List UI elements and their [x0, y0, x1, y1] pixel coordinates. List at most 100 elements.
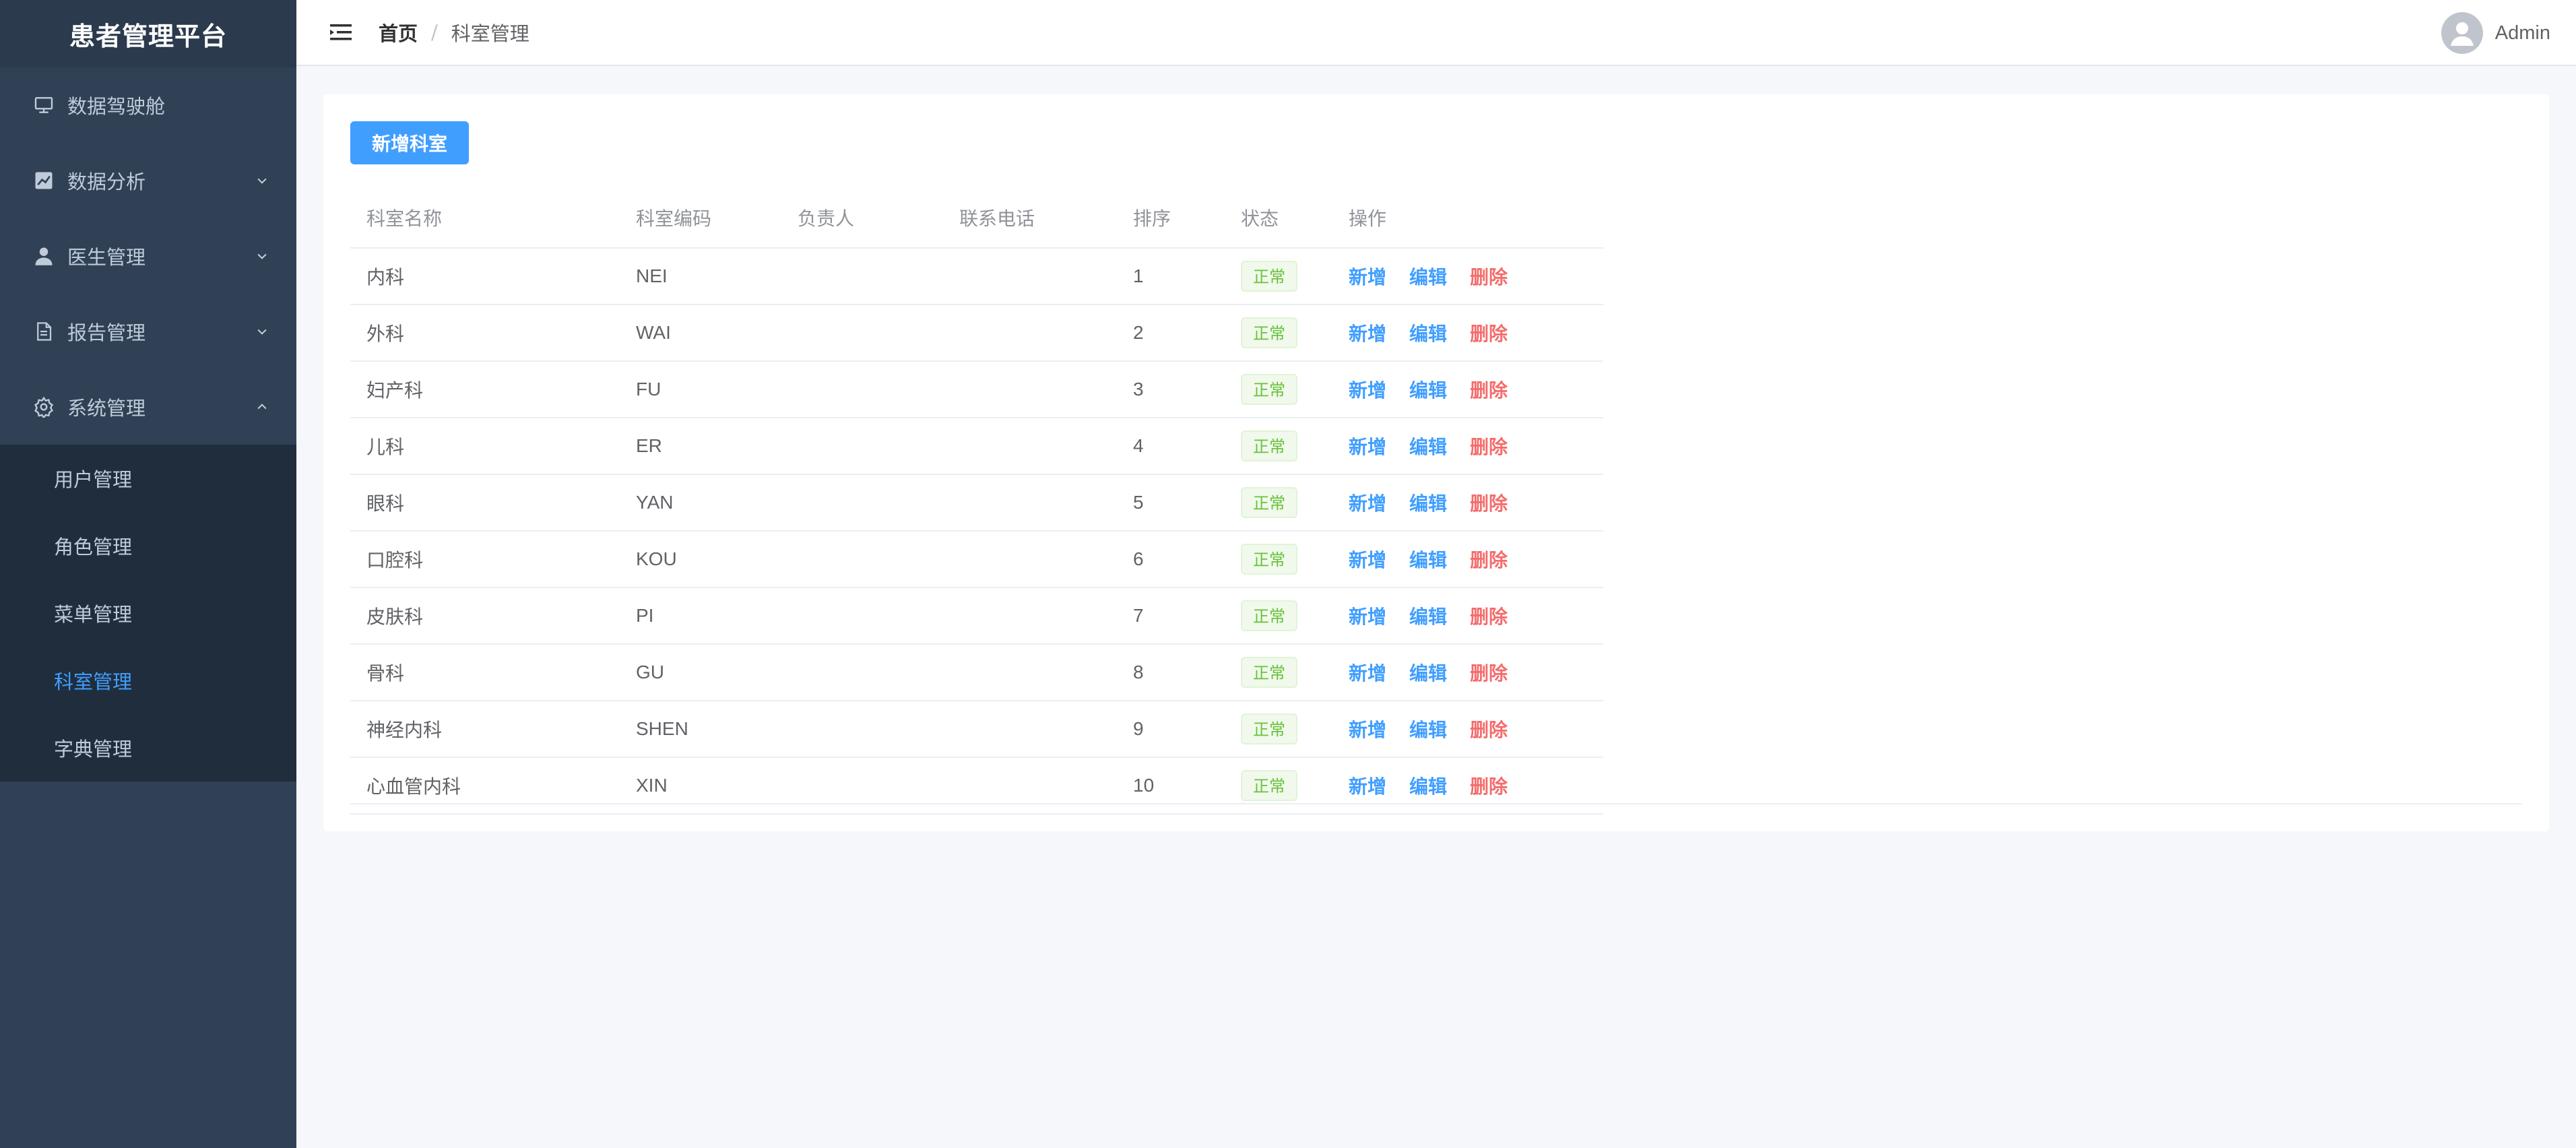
cell-name: 皮肤科	[350, 587, 620, 645]
cell-actions: 新增 编辑 删除	[1332, 474, 1603, 532]
cell-status: 正常	[1225, 644, 1332, 701]
cell-sort: 8	[1117, 644, 1225, 701]
row-delete-button[interactable]: 删除	[1470, 606, 1508, 628]
table-header-row: 科室名称 科室编码 负责人 联系电话 排序 状态 操作	[350, 187, 1603, 249]
submenu-item-menus[interactable]: 菜单管理	[0, 579, 296, 647]
cell-status: 正常	[1225, 474, 1332, 532]
cell-phone	[943, 757, 1117, 815]
submenu-item-users[interactable]: 用户管理	[0, 445, 296, 512]
hamburger-icon[interactable]	[326, 18, 356, 47]
cell-phone	[943, 701, 1117, 758]
sidebar-item-system[interactable]: 系统管理	[0, 369, 296, 445]
row-delete-button[interactable]: 删除	[1470, 323, 1508, 345]
document-icon	[32, 320, 55, 343]
cell-phone	[943, 248, 1117, 305]
row-add-button[interactable]: 新增	[1349, 662, 1386, 684]
cell-name: 内科	[350, 248, 620, 305]
cell-sort: 1	[1117, 248, 1225, 305]
status-badge: 正常	[1241, 487, 1297, 518]
row-delete-button[interactable]: 删除	[1470, 379, 1508, 402]
row-add-button[interactable]: 新增	[1349, 492, 1386, 515]
submenu-item-dictionary[interactable]: 字典管理	[0, 714, 296, 782]
column-header-actions: 操作	[1332, 187, 1603, 249]
cell-name: 外科	[350, 305, 620, 362]
row-add-button[interactable]: 新增	[1349, 323, 1386, 345]
cell-leader	[781, 474, 943, 532]
row-delete-button[interactable]: 删除	[1470, 662, 1508, 684]
cell-phone	[943, 418, 1117, 475]
row-edit-button[interactable]: 编辑	[1409, 662, 1447, 684]
cell-code: KOU	[620, 531, 781, 588]
row-edit-button[interactable]: 编辑	[1409, 492, 1447, 515]
chevron-down-icon	[255, 324, 269, 339]
sidebar-item-report[interactable]: 报告管理	[0, 294, 296, 369]
sidebar-item-label: 医生管理	[67, 246, 146, 269]
breadcrumb-home[interactable]: 首页	[379, 18, 418, 46]
cell-code: ER	[620, 418, 781, 475]
breadcrumb-current: 科室管理	[451, 22, 529, 45]
gear-icon	[32, 395, 55, 418]
table-row: 口腔科 KOU 6 正常 新增 编辑 删除	[350, 531, 1603, 588]
breadcrumb-separator: /	[431, 21, 438, 44]
row-edit-button[interactable]: 编辑	[1409, 719, 1447, 741]
app-logo-title: 患者管理平台	[0, 0, 296, 67]
row-delete-button[interactable]: 删除	[1470, 549, 1508, 571]
add-department-button[interactable]: 新增科室	[350, 121, 469, 164]
table-row: 骨科 GU 8 正常 新增 编辑 删除	[350, 644, 1603, 701]
table-row: 皮肤科 PI 7 正常 新增 编辑 删除	[350, 587, 1603, 645]
cell-phone	[943, 644, 1117, 701]
cell-phone	[943, 305, 1117, 362]
status-badge: 正常	[1241, 261, 1297, 292]
cell-actions: 新增 编辑 删除	[1332, 701, 1603, 758]
cell-phone	[943, 361, 1117, 418]
row-delete-button[interactable]: 删除	[1470, 436, 1508, 458]
cell-name: 眼科	[350, 474, 620, 532]
status-badge: 正常	[1241, 374, 1297, 405]
column-header-sort: 排序	[1117, 187, 1225, 249]
cell-actions: 新增 编辑 删除	[1332, 361, 1603, 418]
row-edit-button[interactable]: 编辑	[1409, 266, 1447, 288]
cell-sort: 5	[1117, 474, 1225, 532]
row-edit-button[interactable]: 编辑	[1409, 775, 1447, 798]
cell-code: WAI	[620, 305, 781, 362]
sidebar-item-data-analysis[interactable]: 数据分析	[0, 143, 296, 218]
row-edit-button[interactable]: 编辑	[1409, 606, 1447, 628]
cell-name: 神经内科	[350, 701, 620, 758]
username: Admin	[2494, 22, 2550, 44]
row-edit-button[interactable]: 编辑	[1409, 379, 1447, 402]
sidebar-item-dashboard[interactable]: 数据驾驶舱	[0, 67, 296, 143]
row-edit-button[interactable]: 编辑	[1409, 323, 1447, 345]
column-header-phone: 联系电话	[943, 187, 1117, 249]
table-row: 妇产科 FU 3 正常 新增 编辑 删除	[350, 361, 1603, 418]
submenu-item-roles[interactable]: 角色管理	[0, 512, 296, 579]
cell-code: NEI	[620, 248, 781, 305]
row-add-button[interactable]: 新增	[1349, 606, 1386, 628]
row-edit-button[interactable]: 编辑	[1409, 549, 1447, 571]
row-add-button[interactable]: 新增	[1349, 266, 1386, 288]
row-delete-button[interactable]: 删除	[1470, 492, 1508, 515]
submenu-item-departments[interactable]: 科室管理	[0, 647, 296, 714]
row-add-button[interactable]: 新增	[1349, 549, 1386, 571]
cell-leader	[781, 701, 943, 758]
row-add-button[interactable]: 新增	[1349, 436, 1386, 458]
row-delete-button[interactable]: 删除	[1470, 719, 1508, 741]
status-badge: 正常	[1241, 600, 1297, 631]
row-edit-button[interactable]: 编辑	[1409, 436, 1447, 458]
row-delete-button[interactable]: 删除	[1470, 775, 1508, 798]
cell-code: FU	[620, 361, 781, 418]
sidebar-item-label: 数据驾驶舱	[67, 95, 166, 118]
sidebar-item-doctor[interactable]: 医生管理	[0, 218, 296, 294]
row-add-button[interactable]: 新增	[1349, 719, 1386, 741]
cell-status: 正常	[1225, 701, 1332, 758]
cell-code: XIN	[620, 757, 781, 815]
status-badge: 正常	[1241, 317, 1297, 348]
user-icon	[32, 245, 55, 267]
cell-actions: 新增 编辑 删除	[1332, 531, 1603, 588]
row-add-button[interactable]: 新增	[1349, 379, 1386, 402]
row-delete-button[interactable]: 删除	[1470, 266, 1508, 288]
row-add-button[interactable]: 新增	[1349, 775, 1386, 798]
user-menu[interactable]: Admin	[2441, 11, 2550, 55]
cell-actions: 新增 编辑 删除	[1332, 587, 1603, 645]
table-bottom-border	[350, 803, 2522, 804]
cell-sort: 7	[1117, 587, 1225, 645]
